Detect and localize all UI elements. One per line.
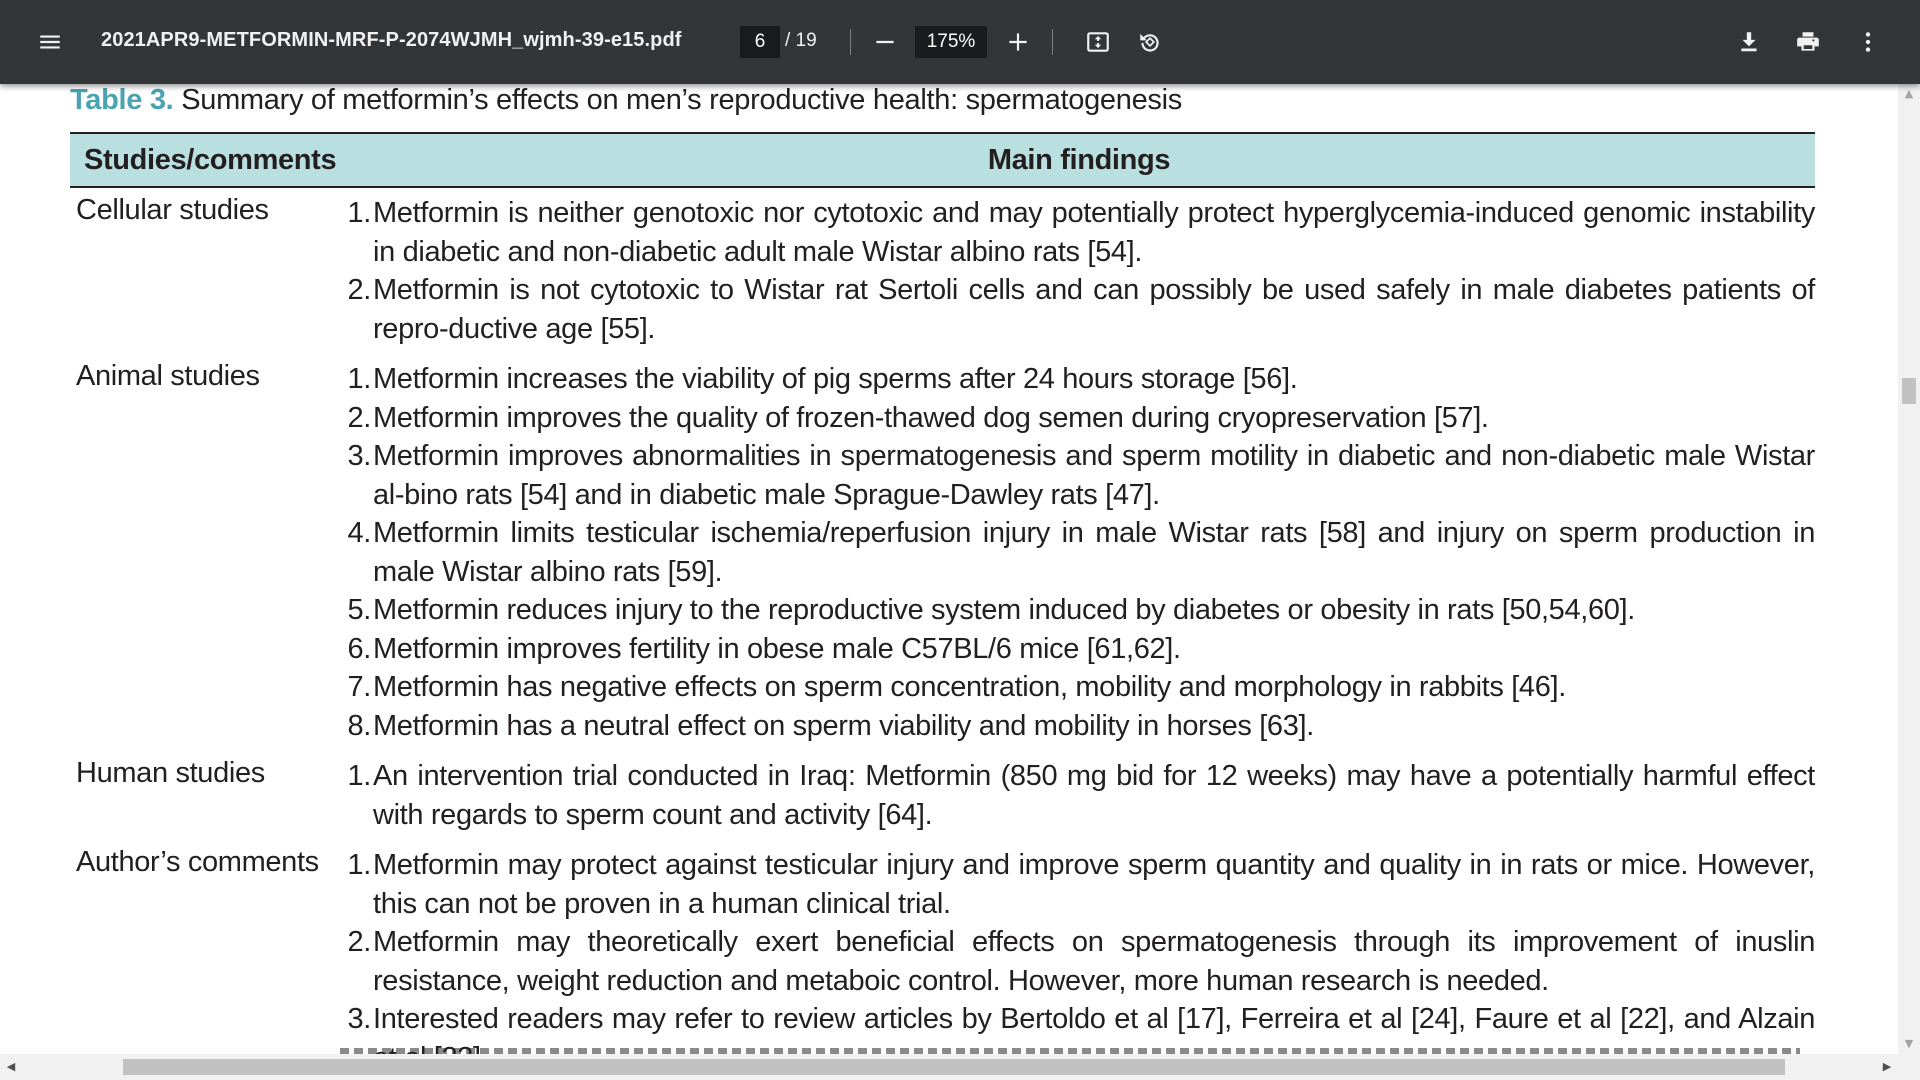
fit-to-page-button[interactable] [1080,24,1116,60]
list-item: 1. Metformin is neither genotoxic nor cyt… [343,194,1816,271]
findings-list: 1. Metformin increases the viability of p… [343,354,1816,751]
item-number: 1. [347,760,372,792]
table-caption-text: Summary of metformin’s effects on men’s … [173,84,1182,116]
item-number: 3. [347,440,372,472]
item-number: 3. [347,1003,372,1035]
findings-table-wrapper: Studies/comments Main findings Cellular … [70,132,1815,1054]
list-item: 3. Interested readers may refer to review… [343,1000,1816,1054]
menu-button[interactable] [34,26,66,58]
table-row: Author’s comments 1. Metformin may protec… [70,840,1815,1054]
list-item: 1. Metformin may protect against testicul… [343,846,1816,923]
zoom-level-input[interactable] [915,26,987,58]
findings-list: 1. Metformin is neither genotoxic nor cyt… [343,188,1816,354]
pdf-toolbar: 2021APR9-METFORMIN-MRF-P-2074WJMH_wjmh-3… [0,0,1920,84]
item-text: Metformin reduces injury to the reproduc… [373,594,1635,626]
menu-icon [40,35,60,49]
scroll-up-icon[interactable]: ▲ [1898,84,1920,104]
scroll-left-icon[interactable]: ◀ [0,1054,22,1080]
header-main-findings: Main findings [343,132,1815,188]
header-studies-comments: Studies/comments [70,132,343,188]
table-row: Animal studies 1. Metformin increases the… [70,354,1815,751]
item-number: 2. [347,401,372,434]
table-caption-label: Table 3. [70,84,174,116]
zoom-out-button[interactable] [867,24,903,60]
item-number: 4. [347,517,372,549]
item-number: 2. [347,274,372,306]
vertical-scroll-thumb[interactable] [1902,378,1916,404]
scroll-right-icon[interactable]: ▶ [1876,1054,1898,1080]
download-icon [1741,32,1757,52]
scroll-down-icon[interactable]: ▼ [1898,1034,1920,1054]
item-text: Metformin improves the quality of frozen… [373,401,1489,434]
more-actions-button[interactable] [1850,24,1886,60]
item-text: Metformin improves abnormalities in sper… [373,440,1815,511]
list-item: 2. Metformin is not cytotoxic to Wistar r… [343,271,1816,348]
findings-cell: 1. Metformin may protect against testicul… [343,840,1815,1054]
list-item: 4. Metformin limits testicular ischemia/r… [343,514,1816,591]
print-icon [1797,32,1819,51]
vertical-scrollbar[interactable]: ▲ ▼ [1898,84,1920,1054]
item-text: Metformin may theoretically exert benefi… [373,926,1815,997]
category-label: Cellular studies [76,194,269,226]
rotate-icon [1140,33,1159,52]
item-number: 2. [347,926,372,958]
item-text: Metformin improves fertility in obese ma… [373,632,1181,665]
horizontal-scrollbar[interactable]: ◀ ▶ [0,1054,1920,1080]
document-viewport[interactable]: Table 3. Summary of metformin’s effects … [0,84,1898,1054]
findings-cell: 1. Metformin is neither genotoxic nor cyt… [343,187,1816,354]
page-number-input[interactable] [740,26,780,58]
findings-list: 1. Metformin may protect against testicul… [343,840,1816,1054]
item-text: Metformin increases the viability of pig… [373,363,1298,395]
list-item: 8. Metformin has a neutral effect on sper… [343,707,1815,746]
table-row: Human studies 1. An intervention trial co… [70,751,1815,840]
item-number: 8. [347,709,372,742]
list-item: 2. Metformin improves the quality of froz… [343,399,1815,438]
item-text: An intervention trial conducted in Iraq:… [373,760,1815,831]
page-total: / 19 [785,30,817,51]
item-number: 6. [347,632,372,665]
item-number: 1. [347,849,372,881]
plus-icon [1009,33,1027,51]
table-header-row: Studies/comments Main findings [70,132,1815,188]
item-text: Metformin is not cytotoxic to Wistar rat… [373,274,1815,345]
fit-page-icon [1087,32,1109,52]
more-vert-icon [1865,32,1871,52]
rotate-button[interactable] [1132,24,1168,60]
list-item: 1. Metformin increases the viability of p… [343,360,1815,399]
category-label: Human studies [76,757,265,789]
findings-cell: 1. Metformin increases the viability of p… [343,354,1816,751]
list-item: 2. Metformin may theoretically exert bene… [343,923,1816,1000]
download-button[interactable] [1731,24,1767,60]
item-text: Metformin may protect against testicular… [373,849,1815,920]
document-title: 2021APR9-METFORMIN-MRF-P-2074WJMH_wjmh-3… [101,29,682,51]
findings-list: 1. An intervention trial conducted in Ira… [343,751,1816,840]
findings-cell: 1. An intervention trial conducted in Ira… [343,751,1816,840]
table-row: Cellular studies 1. Metformin is neither … [70,187,1815,354]
item-text: Metformin has a neutral effect on sperm … [373,709,1314,742]
item-text: Metformin has negative effects on sperm … [373,671,1566,703]
zoom-in-button[interactable] [1000,24,1036,60]
item-number: 7. [347,671,372,703]
findings-table: Studies/comments Main findings Cellular … [70,132,1815,1054]
item-text: Interested readers may refer to review a… [373,1003,1815,1054]
print-button[interactable] [1790,24,1826,60]
item-number: 1. [347,363,372,395]
table-caption: Table 3. Summary of metformin’s effects … [70,84,1182,117]
item-number: 1. [347,197,372,229]
horizontal-scroll-thumb[interactable] [123,1059,1785,1075]
item-text: Metformin limits testicular ischemia/rep… [373,517,1815,588]
category-label: Animal studies [76,360,260,392]
item-number: 5. [347,594,372,626]
category-label: Author’s comments [70,840,343,1054]
list-item: 7. Metformin has negative effects on sper… [343,668,1815,707]
list-item: 6. Metformin improves fertility in obese … [343,630,1815,669]
toolbar-divider [850,29,851,55]
list-item: 1. An intervention trial conducted in Ira… [343,757,1816,834]
toolbar-divider [1052,29,1053,55]
item-text: Metformin is neither genotoxic nor cytot… [373,197,1815,268]
minus-icon [876,40,894,44]
list-item: 5. Metformin reduces injury to the reprod… [343,591,1815,630]
list-item: 3. Metformin improves abnormalities in sp… [343,437,1816,514]
